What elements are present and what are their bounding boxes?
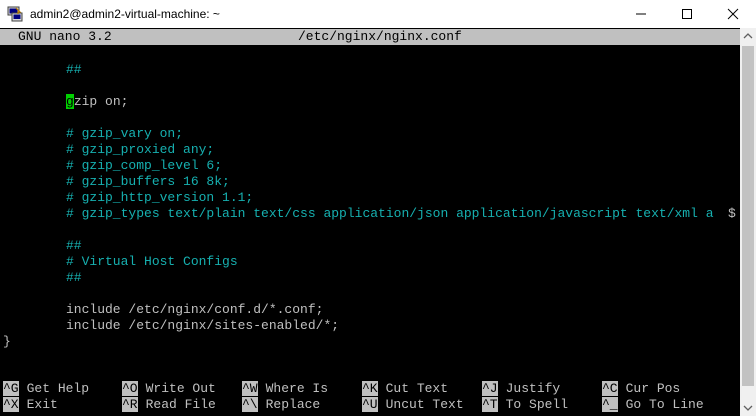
editor-line: # gzip_comp_level 6; [66,158,223,173]
close-icon [727,8,739,20]
editor-line: # gzip_vary on; [66,126,184,141]
shortcut-get-help[interactable]: ^G Get Help [3,381,89,397]
title-bar[interactable]: admin2@admin2-virtual-machine: ~ [0,0,756,28]
shortcut-write-out[interactable]: ^O Write Out [122,381,216,397]
editor-line: # gzip_http_version 1.1; [66,190,254,205]
maximize-button[interactable] [664,0,710,28]
editor-line: include /etc/nginx/sites-enabled/*; [66,318,340,333]
nano-version: GNU nano 3.2 [18,29,112,44]
shortcut-read-file[interactable]: ^R Read File [122,397,216,413]
editor-line: ## [66,238,82,253]
nano-header-bar: GNU nano 3.2 /etc/nginx/nginx.conf [0,29,740,45]
shortcut-where-is[interactable]: ^W Where Is [242,381,328,397]
terminal-window: admin2@admin2-virtual-machine: ~ GNU nan… [0,0,756,416]
close-button[interactable] [710,0,756,28]
shortcut-cut-text[interactable]: ^K Cut Text [362,381,448,397]
minimize-button[interactable] [618,0,664,28]
shortcut-justify[interactable]: ^J Justify [482,381,560,397]
editor-line: } [3,334,11,349]
editor-line: include /etc/nginx/conf.d/*.conf; [66,302,324,317]
chevron-down-icon [743,405,753,411]
shortcut-bar-row-2: ^X Exit ^R Read File ^\ Replace ^U Uncut Tex… [0,397,704,413]
shortcut-exit[interactable]: ^X Exit [3,397,58,413]
editor-line: ## [66,270,82,285]
gzip-directive-text: zip on; [73,94,129,109]
vertical-scrollbar[interactable] [740,28,756,416]
editor-line: # gzip_types text/plain text/css applica… [66,206,714,221]
editor-line: # Virtual Host Configs [66,254,238,269]
window-title: admin2@admin2-virtual-machine: ~ [30,7,220,21]
scroll-up-button[interactable] [740,28,756,44]
editor-line-gzip: gzip on; [66,94,128,110]
shortcut-to-spell[interactable]: ^T To Spell [482,397,568,413]
minimize-icon [636,13,646,15]
maximize-icon [682,9,692,19]
file-path: /etc/nginx/nginx.conf [298,29,462,44]
editor-line: # gzip_buffers 16 8k; [66,174,230,189]
scroll-down-button[interactable] [740,400,756,416]
scrollbar-thumb[interactable] [742,46,754,386]
shortcut-bar-row-1: ^G Get Help ^O Write Out ^W Where Is ^K Cut … [0,381,680,397]
shortcut-cur-pos[interactable]: ^C Cur Pos [602,381,680,397]
chevron-up-icon [743,33,753,39]
terminal-screen[interactable]: GNU nano 3.2 /etc/nginx/nginx.conf ## gz… [0,28,740,416]
shortcut-replace[interactable]: ^\ Replace [242,397,320,413]
text-cursor: g [66,94,74,109]
editor-line: # gzip_proxied any; [66,142,215,157]
editor-line: ## [66,62,82,77]
shortcut-uncut-text[interactable]: ^U Uncut Text [362,397,464,413]
shortcut-go-to-line[interactable]: ^_ Go To Line [602,397,704,413]
putty-terminal-icon[interactable] [7,6,23,22]
line-overflow-marker: $ [728,206,736,221]
